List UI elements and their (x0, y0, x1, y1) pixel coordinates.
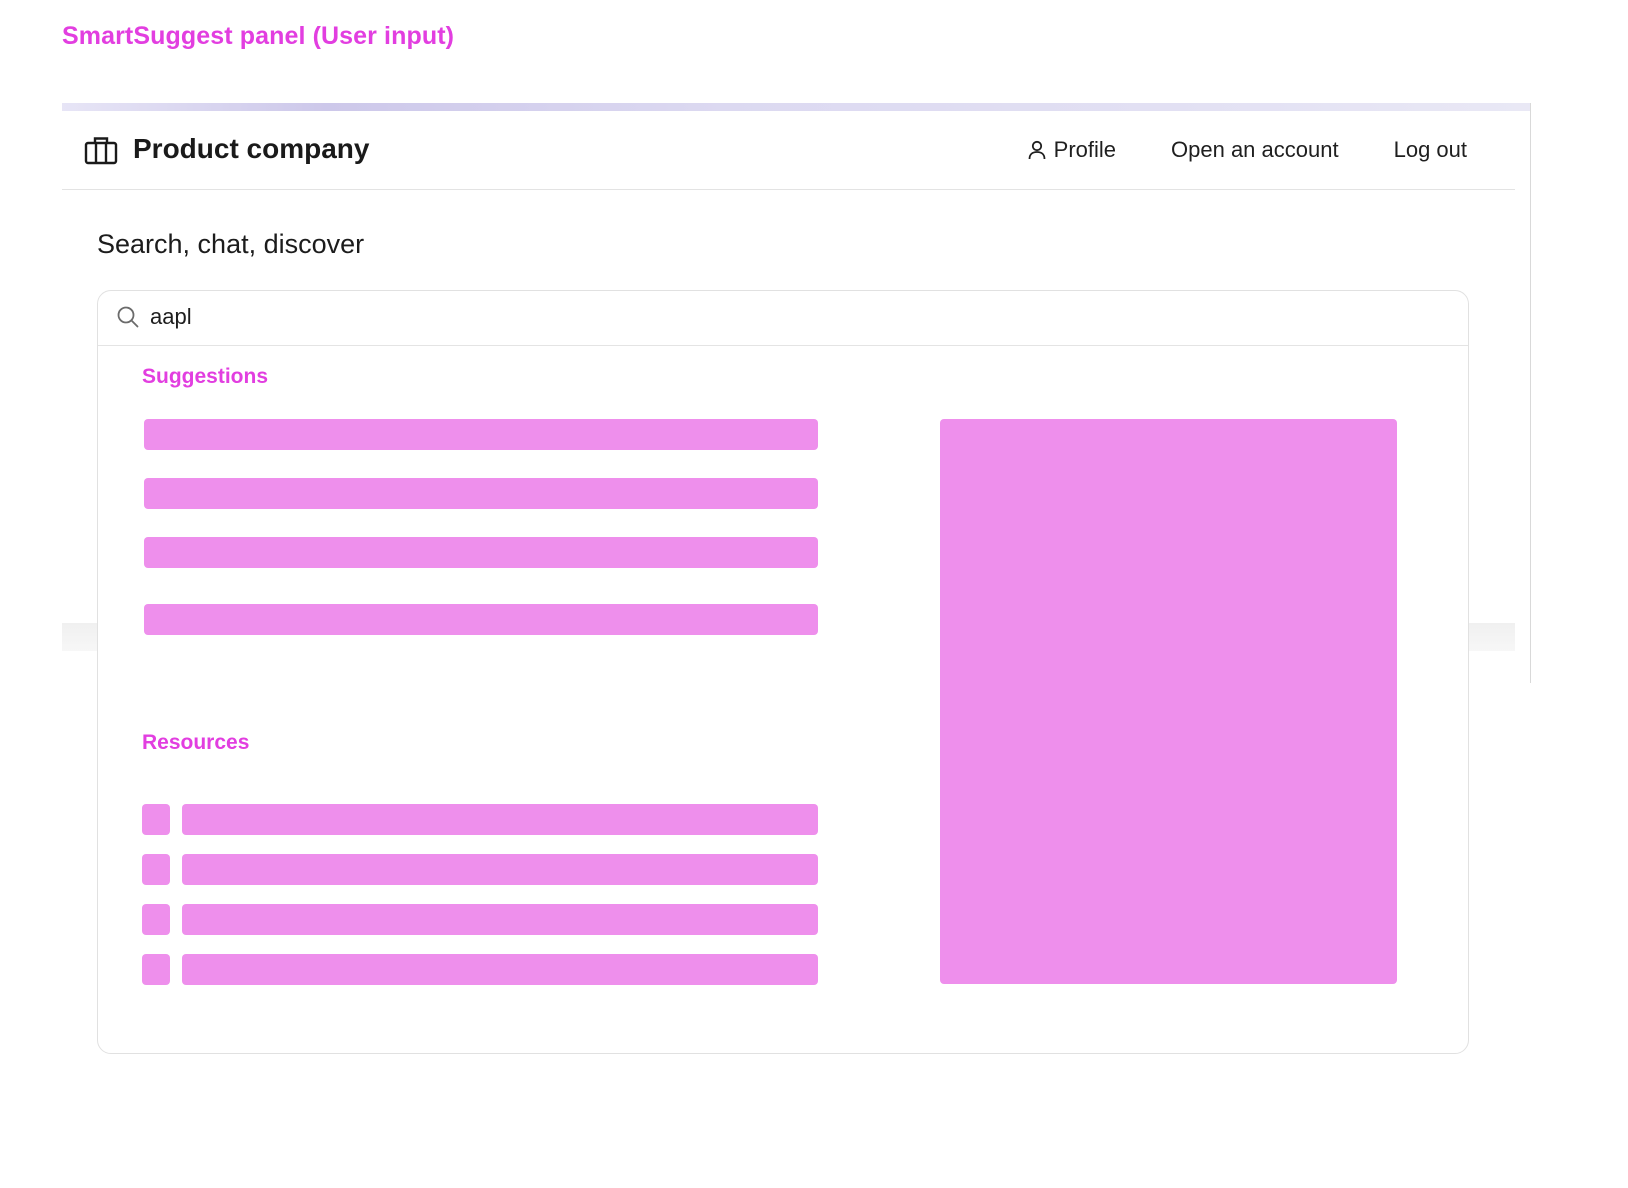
suggestion-item-1[interactable] (144, 419, 818, 450)
resource-icon-1 (142, 804, 170, 835)
nav-links: Profile Open an account Log out (1026, 137, 1467, 163)
resources-title: Resources (142, 731, 250, 754)
preview-panel[interactable] (940, 419, 1397, 984)
suggestion-item-2[interactable] (144, 478, 818, 509)
annotation-title: SmartSuggest panel (User input) (62, 22, 455, 50)
person-icon (1028, 140, 1046, 160)
resource-icon-2 (142, 854, 170, 885)
canvas: SmartSuggest panel (User input) Product … (0, 0, 1628, 1188)
profile-label: Profile (1053, 137, 1117, 162)
search-bar[interactable] (98, 291, 1468, 346)
suggestion-item-3[interactable] (144, 537, 818, 568)
brand-name[interactable]: Product company (133, 133, 369, 165)
smartsuggest-panel: Suggestions Resources (97, 290, 1469, 1054)
briefcase-icon (84, 137, 118, 165)
resource-item-4[interactable] (182, 954, 818, 985)
open-account-link[interactable]: Open an account (1171, 137, 1339, 163)
window-top-bar (62, 103, 1530, 111)
suggestion-item-4[interactable] (144, 604, 818, 635)
profile-link[interactable]: Profile (1026, 137, 1116, 163)
suggestions-title: Suggestions (142, 365, 269, 388)
navbar: Product company Profile Open an account … (62, 111, 1515, 190)
page-heading: Search, chat, discover (97, 229, 365, 259)
search-icon (117, 306, 139, 328)
resource-icon-3 (142, 904, 170, 935)
logout-link[interactable]: Log out (1394, 137, 1467, 163)
resource-item-1[interactable] (182, 804, 818, 835)
resource-icon-4 (142, 954, 170, 985)
resource-item-2[interactable] (182, 854, 818, 885)
resource-item-3[interactable] (182, 904, 818, 935)
search-input[interactable] (150, 301, 1250, 333)
